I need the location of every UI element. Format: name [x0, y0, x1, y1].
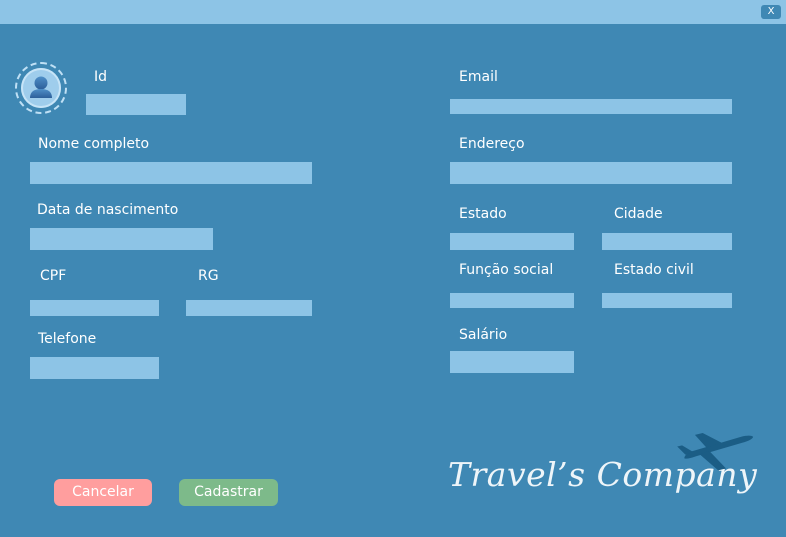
rg-field[interactable]	[186, 300, 312, 316]
endereco-field[interactable]	[450, 162, 732, 184]
nome-completo-field[interactable]	[30, 162, 312, 184]
estado-label: Estado	[459, 206, 507, 222]
close-icon: X	[767, 6, 775, 17]
email-field[interactable]	[450, 99, 732, 114]
telefone-field[interactable]	[30, 357, 159, 379]
rg-label: RG	[198, 268, 219, 284]
cancel-button[interactable]: Cancelar	[54, 479, 152, 506]
endereco-label: Endereço	[459, 136, 525, 152]
title-bar: X	[0, 0, 786, 24]
funcao-social-field[interactable]	[450, 293, 574, 308]
cadastrar-button[interactable]: Cadastrar	[179, 479, 278, 506]
email-label: Email	[459, 69, 498, 85]
data-nascimento-label: Data de nascimento	[37, 202, 179, 218]
salario-label: Salário	[459, 327, 508, 343]
user-avatar-icon	[15, 62, 67, 114]
id-field[interactable]	[86, 94, 186, 115]
id-label: Id	[94, 69, 108, 85]
estado-field[interactable]	[450, 233, 574, 250]
telefone-label: Telefone	[38, 331, 97, 347]
nome-completo-label: Nome completo	[38, 136, 150, 152]
funcao-social-label: Função social	[459, 262, 554, 278]
airplane-icon	[677, 432, 754, 471]
close-button[interactable]: X	[761, 5, 781, 19]
estado-civil-field[interactable]	[602, 293, 732, 308]
estado-civil-label: Estado civil	[614, 262, 694, 278]
data-nascimento-field[interactable]	[30, 228, 213, 250]
cidade-field[interactable]	[602, 233, 732, 250]
cpf-label: CPF	[40, 268, 67, 284]
cpf-field[interactable]	[30, 300, 159, 316]
salario-field[interactable]	[450, 351, 574, 373]
cidade-label: Cidade	[614, 206, 663, 222]
